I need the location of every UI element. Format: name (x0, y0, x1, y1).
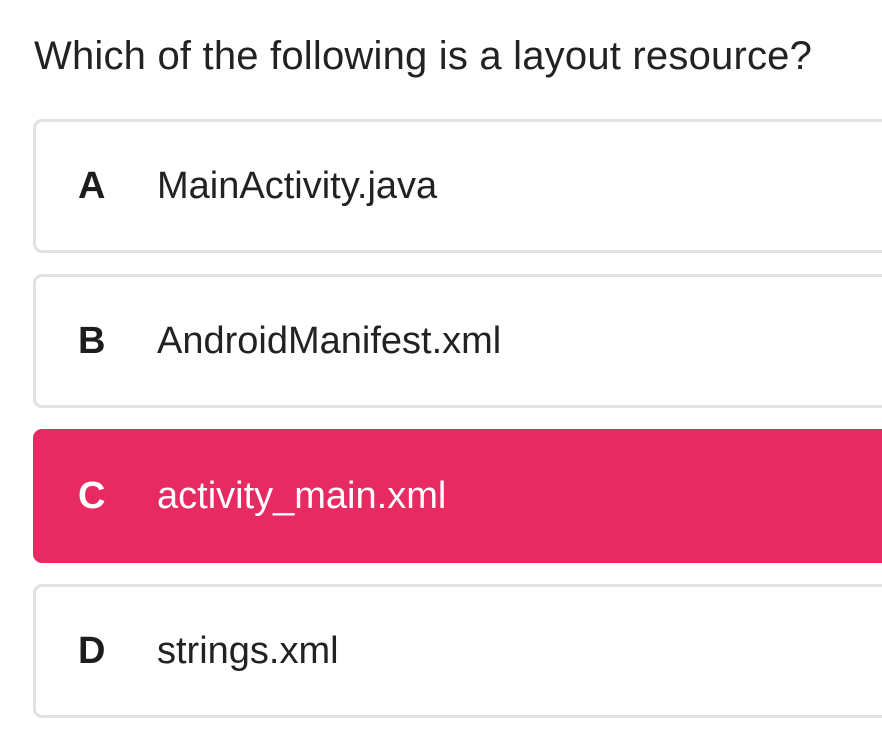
question-text: Which of the following is a layout resou… (34, 34, 813, 78)
option-label: AndroidManifest.xml (157, 320, 502, 362)
option-a[interactable]: A MainActivity.java (33, 119, 882, 253)
option-letter: B (78, 320, 106, 362)
option-letter: C (78, 475, 106, 517)
option-label: MainActivity.java (157, 165, 438, 207)
option-b[interactable]: B AndroidManifest.xml (33, 274, 882, 408)
option-d[interactable]: D strings.xml (33, 584, 882, 718)
answer-options: A MainActivity.java B AndroidManifest.xm… (33, 119, 882, 739)
option-letter: A (78, 165, 106, 207)
option-c-selected[interactable]: C activity_main.xml (33, 429, 882, 563)
option-letter: D (78, 630, 106, 672)
option-label: activity_main.xml (157, 475, 447, 517)
option-label: strings.xml (157, 630, 339, 672)
